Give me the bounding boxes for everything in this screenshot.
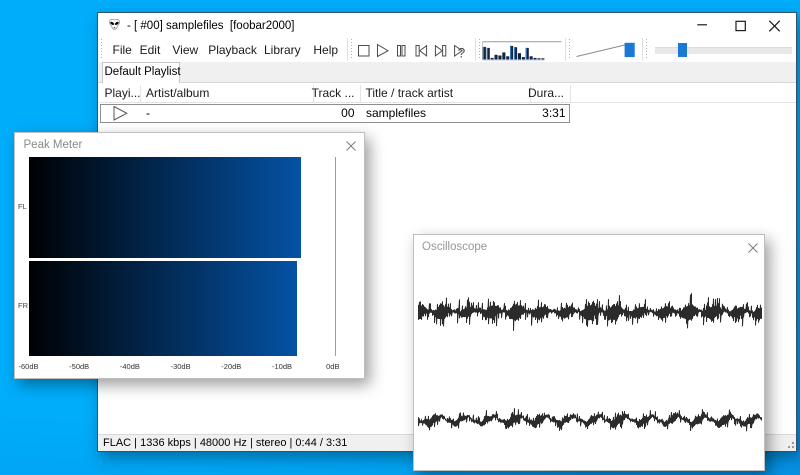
svg-text:?: ? — [458, 46, 466, 61]
